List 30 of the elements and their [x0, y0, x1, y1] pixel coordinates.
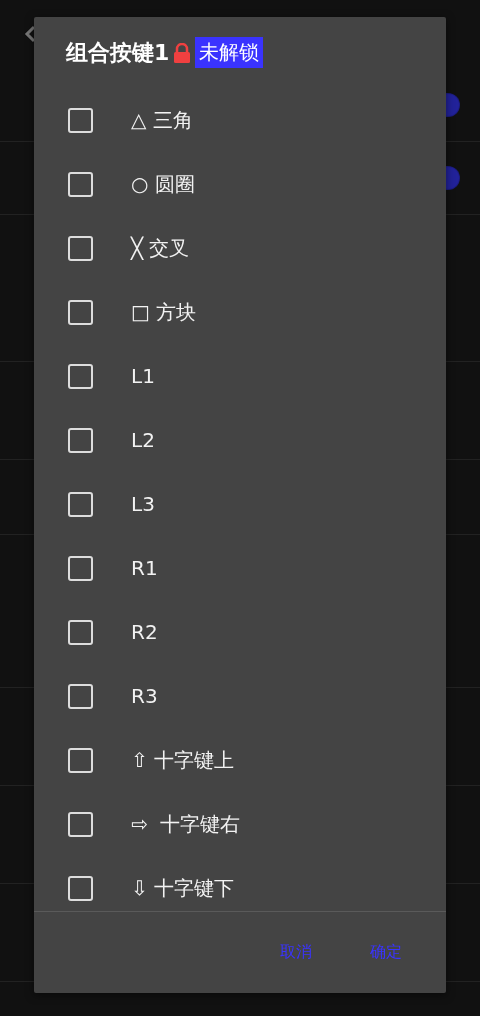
- cancel-button[interactable]: 取消: [276, 938, 316, 967]
- checkbox[interactable]: [68, 107, 93, 133]
- dialog-title: 组合按键1: [66, 38, 170, 67]
- checkbox[interactable]: [68, 683, 93, 709]
- status-badge: 未解锁: [195, 37, 264, 68]
- option-label: ⇧ 十字键上: [131, 746, 235, 774]
- checkbox[interactable]: [68, 619, 93, 645]
- option-label: ⇨ 十字键右: [131, 810, 241, 838]
- option-label: □ 方块: [131, 298, 197, 326]
- option-label: L3: [131, 492, 155, 516]
- option-label: R1: [131, 556, 158, 580]
- checkbox[interactable]: [68, 235, 93, 261]
- checkbox[interactable]: [68, 427, 93, 453]
- checkbox[interactable]: [68, 491, 93, 517]
- confirm-button[interactable]: 确定: [366, 938, 406, 967]
- option-label: ⇩ 十字键下: [131, 874, 235, 902]
- checkbox[interactable]: [68, 875, 93, 901]
- option-label: R3: [131, 684, 158, 708]
- option-label: ╳ 交叉: [131, 234, 190, 262]
- checkbox[interactable]: [68, 171, 93, 197]
- checkbox[interactable]: [68, 747, 93, 773]
- option-label: L1: [131, 364, 155, 388]
- checkbox[interactable]: [68, 363, 93, 389]
- option-label: ○ 圆圈: [131, 170, 195, 198]
- option-label: L2: [131, 428, 155, 452]
- option-label: R2: [131, 620, 158, 644]
- checkbox[interactable]: [68, 811, 93, 837]
- checkbox[interactable]: [68, 299, 93, 325]
- option-label: △ 三角: [131, 106, 193, 134]
- checkbox[interactable]: [68, 555, 93, 581]
